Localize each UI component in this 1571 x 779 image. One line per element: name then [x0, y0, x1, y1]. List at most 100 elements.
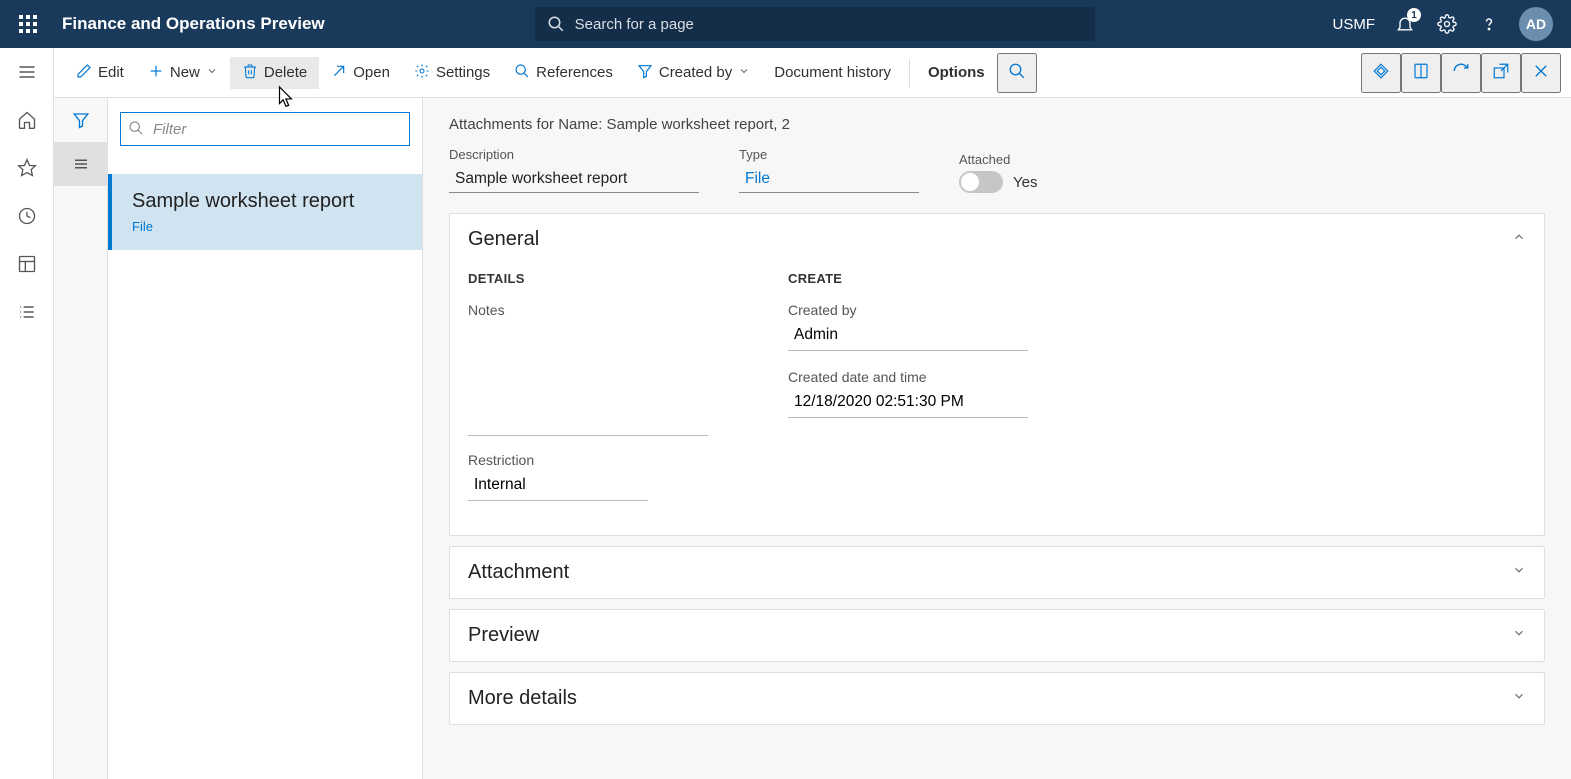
- attached-value: Yes: [1013, 174, 1037, 191]
- user-avatar[interactable]: AD: [1519, 7, 1553, 41]
- created-by-label: Created by: [788, 302, 1028, 318]
- divider: [909, 59, 910, 87]
- show-list-icon[interactable]: [54, 142, 108, 186]
- nav-home-icon[interactable]: [0, 96, 54, 144]
- close-button[interactable]: [1521, 53, 1561, 93]
- close-icon: [1532, 62, 1550, 83]
- section-preview-header[interactable]: Preview: [450, 610, 1544, 661]
- global-search[interactable]: [535, 7, 1095, 41]
- app-header: Finance and Operations Preview USMF 1 AD: [0, 0, 1571, 48]
- description-label: Description: [449, 147, 699, 162]
- list-filter-input[interactable]: [120, 112, 410, 146]
- book-icon: [1412, 62, 1430, 83]
- document-history-label: Document history: [774, 64, 891, 81]
- options-button[interactable]: Options: [916, 58, 997, 87]
- settings-icon[interactable]: [1435, 12, 1459, 36]
- delete-label: Delete: [264, 64, 307, 81]
- created-by-button[interactable]: Created by: [625, 57, 762, 89]
- open-label: Open: [353, 64, 390, 81]
- diamond-icon: [1372, 62, 1390, 83]
- refresh-button[interactable]: [1441, 53, 1481, 93]
- search-icon: [1008, 62, 1026, 83]
- section-general: General DETAILS Notes Restriction Intern…: [449, 213, 1545, 536]
- search-input[interactable]: [535, 7, 1095, 41]
- filter-icon: [637, 63, 653, 83]
- list-item[interactable]: Sample worksheet report File: [108, 174, 422, 250]
- app-launcher-icon[interactable]: [8, 15, 48, 33]
- header-fields: Description Sample worksheet report Type…: [449, 147, 1545, 193]
- section-attachment-title: Attachment: [468, 561, 569, 584]
- chevron-up-icon: [1512, 230, 1526, 249]
- attached-label: Attached: [959, 152, 1037, 167]
- nav-favorites-icon[interactable]: [0, 144, 54, 192]
- popout-icon: [1492, 62, 1510, 83]
- attached-toggle[interactable]: [959, 171, 1003, 193]
- detail-pane: Attachments for Name: Sample worksheet r…: [423, 98, 1571, 779]
- chevron-down-icon: [1512, 626, 1526, 645]
- nav-hamburger-icon[interactable]: [0, 48, 54, 96]
- list-pane: Sample worksheet report File: [108, 98, 423, 779]
- notes-field[interactable]: [468, 322, 708, 436]
- edit-label: Edit: [98, 64, 124, 81]
- search-icon: [514, 63, 530, 83]
- open-arrow-icon: [331, 63, 347, 83]
- find-button[interactable]: [997, 53, 1037, 93]
- section-more-details-title: More details: [468, 687, 577, 710]
- new-label: New: [170, 64, 200, 81]
- restriction-field[interactable]: Internal: [468, 472, 648, 501]
- settings-button[interactable]: Settings: [402, 57, 502, 89]
- notes-label: Notes: [468, 302, 708, 318]
- personalize-button[interactable]: [1361, 53, 1401, 93]
- nav-workspaces-icon[interactable]: [0, 240, 54, 288]
- section-attachment-header[interactable]: Attachment: [450, 547, 1544, 598]
- document-history-button[interactable]: Document history: [762, 58, 903, 87]
- section-preview-title: Preview: [468, 624, 539, 647]
- nav-recent-icon[interactable]: [0, 192, 54, 240]
- app-title: Finance and Operations Preview: [62, 14, 325, 34]
- section-general-title: General: [468, 228, 539, 251]
- section-more-details-header[interactable]: More details: [450, 673, 1544, 724]
- chevron-down-icon: [1512, 689, 1526, 708]
- chevron-down-icon: [1512, 563, 1526, 582]
- breadcrumb: Attachments for Name: Sample worksheet r…: [449, 116, 1545, 133]
- created-dt-label: Created date and time: [788, 369, 1028, 385]
- created-dt-field[interactable]: 12/18/2020 02:51:30 PM: [788, 389, 1028, 418]
- page-options-button[interactable]: [1401, 53, 1441, 93]
- trash-icon: [242, 63, 258, 83]
- description-field[interactable]: Sample worksheet report: [449, 166, 699, 193]
- new-button[interactable]: New: [136, 57, 230, 89]
- action-pane: Edit New Delete Open Settings: [54, 48, 1571, 98]
- plus-icon: [148, 63, 164, 83]
- nav-modules-icon[interactable]: [0, 288, 54, 336]
- section-more-details: More details: [449, 672, 1545, 725]
- search-icon: [128, 120, 144, 141]
- filter-strip: [54, 98, 108, 779]
- options-label: Options: [928, 64, 985, 81]
- type-field[interactable]: File: [739, 166, 919, 193]
- restriction-label: Restriction: [468, 452, 708, 468]
- created-by-field[interactable]: Admin: [788, 322, 1028, 351]
- notifications-icon[interactable]: 1: [1393, 12, 1417, 36]
- edit-button[interactable]: Edit: [64, 57, 136, 89]
- section-general-header[interactable]: General: [450, 214, 1544, 265]
- settings-label: Settings: [436, 64, 490, 81]
- details-heading: DETAILS: [468, 271, 708, 286]
- help-icon[interactable]: [1477, 12, 1501, 36]
- open-button[interactable]: Open: [319, 57, 402, 89]
- section-attachment: Attachment: [449, 546, 1545, 599]
- chevron-down-icon: [206, 64, 218, 81]
- references-label: References: [536, 64, 613, 81]
- search-icon: [547, 15, 565, 38]
- show-filters-icon[interactable]: [54, 98, 108, 142]
- gear-icon: [414, 63, 430, 83]
- popout-button[interactable]: [1481, 53, 1521, 93]
- nav-rail: [0, 48, 54, 779]
- company-label[interactable]: USMF: [1333, 16, 1376, 33]
- pencil-icon: [76, 63, 92, 83]
- references-button[interactable]: References: [502, 57, 625, 89]
- delete-button[interactable]: Delete: [230, 57, 319, 89]
- create-heading: CREATE: [788, 271, 1028, 286]
- notification-badge: 1: [1407, 8, 1421, 22]
- section-preview: Preview: [449, 609, 1545, 662]
- type-label: Type: [739, 147, 919, 162]
